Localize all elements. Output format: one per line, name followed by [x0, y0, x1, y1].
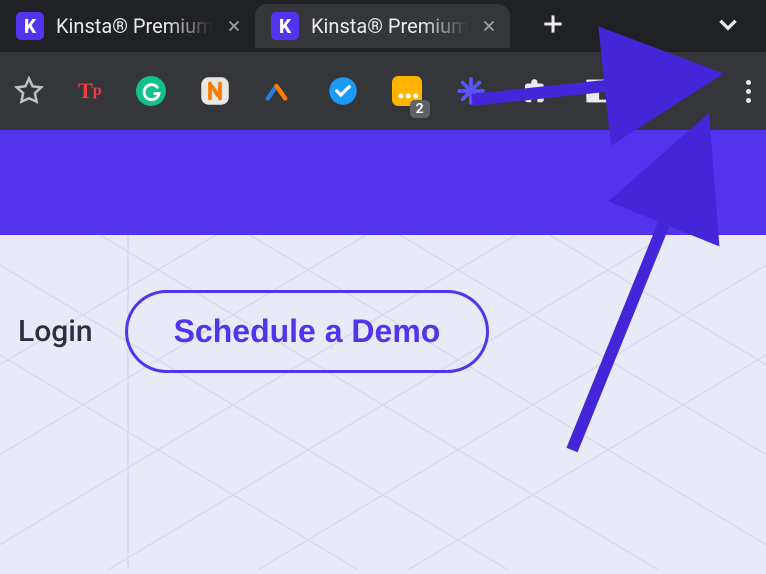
side-panel-icon[interactable]	[584, 74, 614, 108]
bookmark-star-icon[interactable]	[14, 74, 44, 108]
browser-tab-0[interactable]: K Kinsta® Premium	[0, 4, 255, 48]
honey-icon[interactable]	[200, 74, 230, 108]
checkmark-icon[interactable]	[328, 74, 358, 108]
chevron-left-icon[interactable]	[688, 165, 718, 213]
tab-strip: K Kinsta® Premium K Kinsta® Premium	[0, 0, 766, 52]
new-tab-button[interactable]	[540, 11, 566, 41]
page-content: Login Schedule a Demo	[0, 235, 766, 570]
site-banner	[0, 130, 766, 235]
lastpass-icon[interactable]: 2	[392, 74, 422, 108]
tp-extension-icon[interactable]: Tp	[78, 74, 102, 108]
loom-icon[interactable]	[456, 74, 486, 108]
close-icon[interactable]	[225, 17, 243, 35]
tabs-dropdown-icon[interactable]	[715, 11, 741, 41]
extensions-puzzle-icon[interactable]	[520, 74, 550, 108]
browser-toolbar: Tp 2	[0, 52, 766, 130]
close-icon[interactable]	[480, 17, 498, 35]
schedule-demo-button[interactable]: Schedule a Demo	[125, 290, 490, 373]
account-square-icon[interactable]	[648, 74, 678, 108]
kinsta-favicon-icon: K	[271, 12, 299, 40]
tab-title: Kinsta® Premium	[311, 14, 468, 38]
kinsta-favicon-icon: K	[16, 12, 44, 40]
extension-badge: 2	[410, 100, 430, 118]
browser-menu-kebab-icon[interactable]	[746, 80, 752, 103]
tab-title: Kinsta® Premium	[56, 14, 213, 38]
ahrefs-icon[interactable]	[264, 74, 294, 108]
grammarly-icon[interactable]	[136, 74, 166, 108]
login-link[interactable]: Login	[18, 314, 93, 349]
browser-tab-1[interactable]: K Kinsta® Premium	[255, 4, 510, 48]
